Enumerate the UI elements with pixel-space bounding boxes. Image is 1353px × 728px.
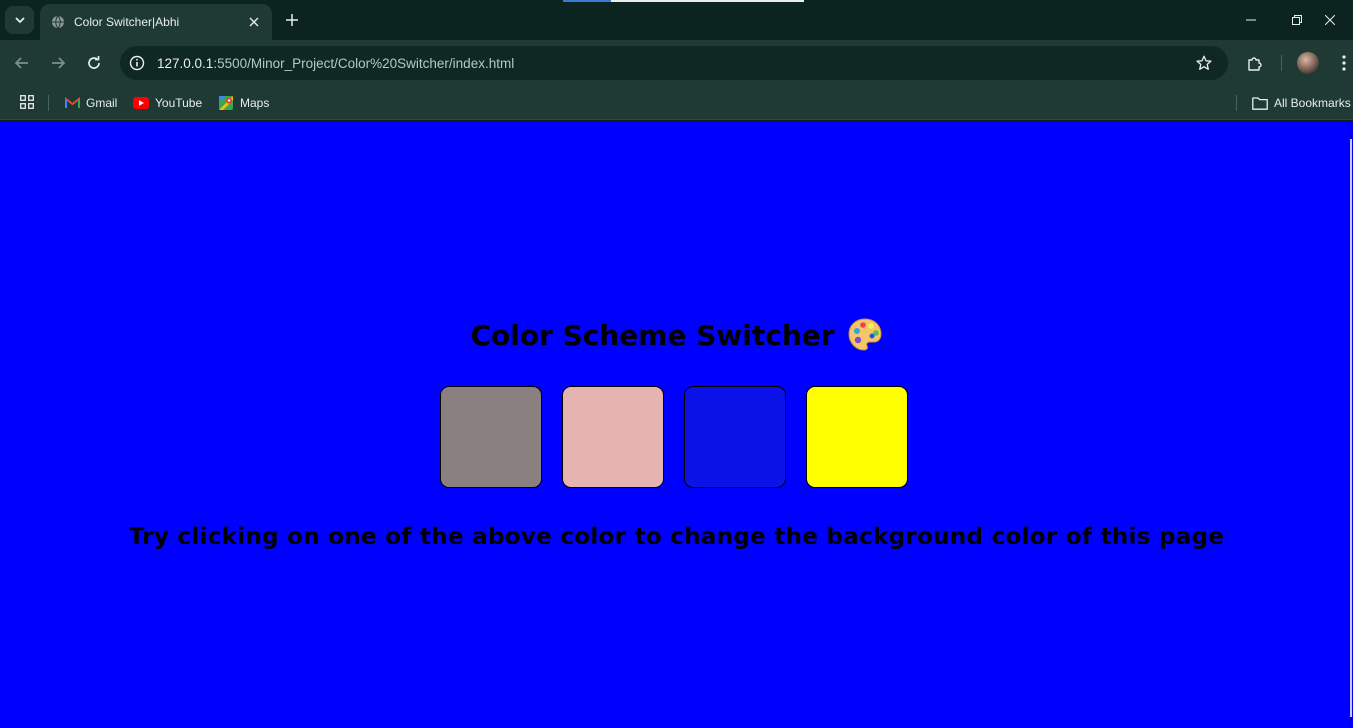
avatar	[1297, 52, 1319, 74]
swatch-grey[interactable]	[440, 386, 542, 488]
forward-button[interactable]	[45, 50, 71, 76]
scrollbar[interactable]	[1349, 121, 1353, 728]
instruction-text: Try clicking on one of the above color t…	[128, 524, 1225, 550]
plus-icon	[286, 14, 298, 26]
reload-icon	[88, 56, 100, 69]
swatch-yellow[interactable]	[806, 386, 908, 488]
url-text[interactable]: 127.0.0.1:5500/Minor_Project/Color%20Swi…	[157, 56, 1192, 71]
tab-search-button[interactable]	[5, 6, 34, 34]
globe-icon	[50, 14, 66, 30]
address-bar[interactable]: 127.0.0.1:5500/Minor_Project/Color%20Swi…	[120, 46, 1228, 80]
back-button[interactable]	[9, 50, 35, 76]
tab-title: Color Switcher|Abhi	[74, 15, 180, 29]
palette-icon	[848, 318, 882, 351]
apps-grid-icon	[20, 95, 34, 109]
tab-active[interactable]: Color Switcher|Abhi	[40, 4, 272, 40]
extensions-button[interactable]	[1242, 50, 1268, 76]
url-host: 127.0.0.1	[157, 55, 214, 71]
tab-strip: Color Switcher|Abhi	[0, 0, 1353, 40]
swatch-pink[interactable]	[562, 386, 664, 488]
bookmark-label: Gmail	[86, 96, 118, 110]
bookmark-star-icon[interactable]	[1192, 51, 1216, 75]
site-info-icon[interactable]	[125, 51, 149, 75]
page-viewport: Color Scheme Switcher Try clicking on on…	[0, 121, 1353, 728]
page-title-text: Color Scheme Switcher	[470, 318, 835, 352]
restore-icon	[1292, 15, 1302, 25]
reload-button[interactable]	[81, 50, 107, 76]
page-title: Color Scheme Switcher	[0, 317, 1353, 353]
bookmark-gmail[interactable]: Gmail	[60, 91, 121, 115]
youtube-icon	[133, 95, 149, 111]
all-bookmarks-button[interactable]: All Bookmarks	[1248, 91, 1353, 115]
profile-button[interactable]	[1295, 50, 1321, 76]
url-path: :5500/Minor_Project/Color%20Switcher/ind…	[213, 55, 515, 71]
apps-button[interactable]	[18, 93, 36, 111]
close-icon	[1325, 15, 1335, 25]
bookmarks-separator	[48, 95, 49, 111]
arrow-right-icon	[52, 57, 66, 69]
menu-button[interactable]	[1331, 50, 1353, 76]
bookmark-youtube[interactable]: YouTube	[129, 91, 206, 115]
bookmark-label: YouTube	[155, 96, 203, 110]
arrow-left-icon	[14, 57, 28, 69]
scrollbar-thumb[interactable]	[1350, 139, 1352, 717]
swatch-blue[interactable]	[684, 386, 786, 488]
window-close-button[interactable]	[1307, 6, 1353, 34]
more-vertical-icon	[1342, 55, 1346, 71]
bookmark-maps[interactable]: Maps	[214, 91, 273, 115]
new-tab-button[interactable]	[282, 10, 302, 30]
maps-icon	[218, 95, 234, 111]
tab-strip-accent	[563, 0, 611, 2]
close-icon[interactable]	[246, 14, 262, 30]
gmail-icon	[64, 95, 80, 111]
bookmarks-separator	[1236, 95, 1237, 111]
minimize-button[interactable]	[1228, 6, 1274, 34]
browser-toolbar: 127.0.0.1:5500/Minor_Project/Color%20Swi…	[0, 40, 1353, 86]
bookmark-label: Maps	[240, 96, 270, 110]
tab-strip-accent-2	[611, 0, 804, 2]
puzzle-icon	[1248, 57, 1262, 71]
bookmarks-bar: Gmail YouTube Maps All Bookmarks	[0, 86, 1353, 120]
swatch-row	[440, 386, 910, 488]
all-bookmarks-label: All Bookmarks	[1274, 96, 1351, 110]
folder-icon	[1252, 95, 1268, 111]
toolbar-separator	[1281, 55, 1282, 71]
minimize-icon	[1246, 19, 1256, 21]
chevron-down-icon	[14, 17, 25, 24]
